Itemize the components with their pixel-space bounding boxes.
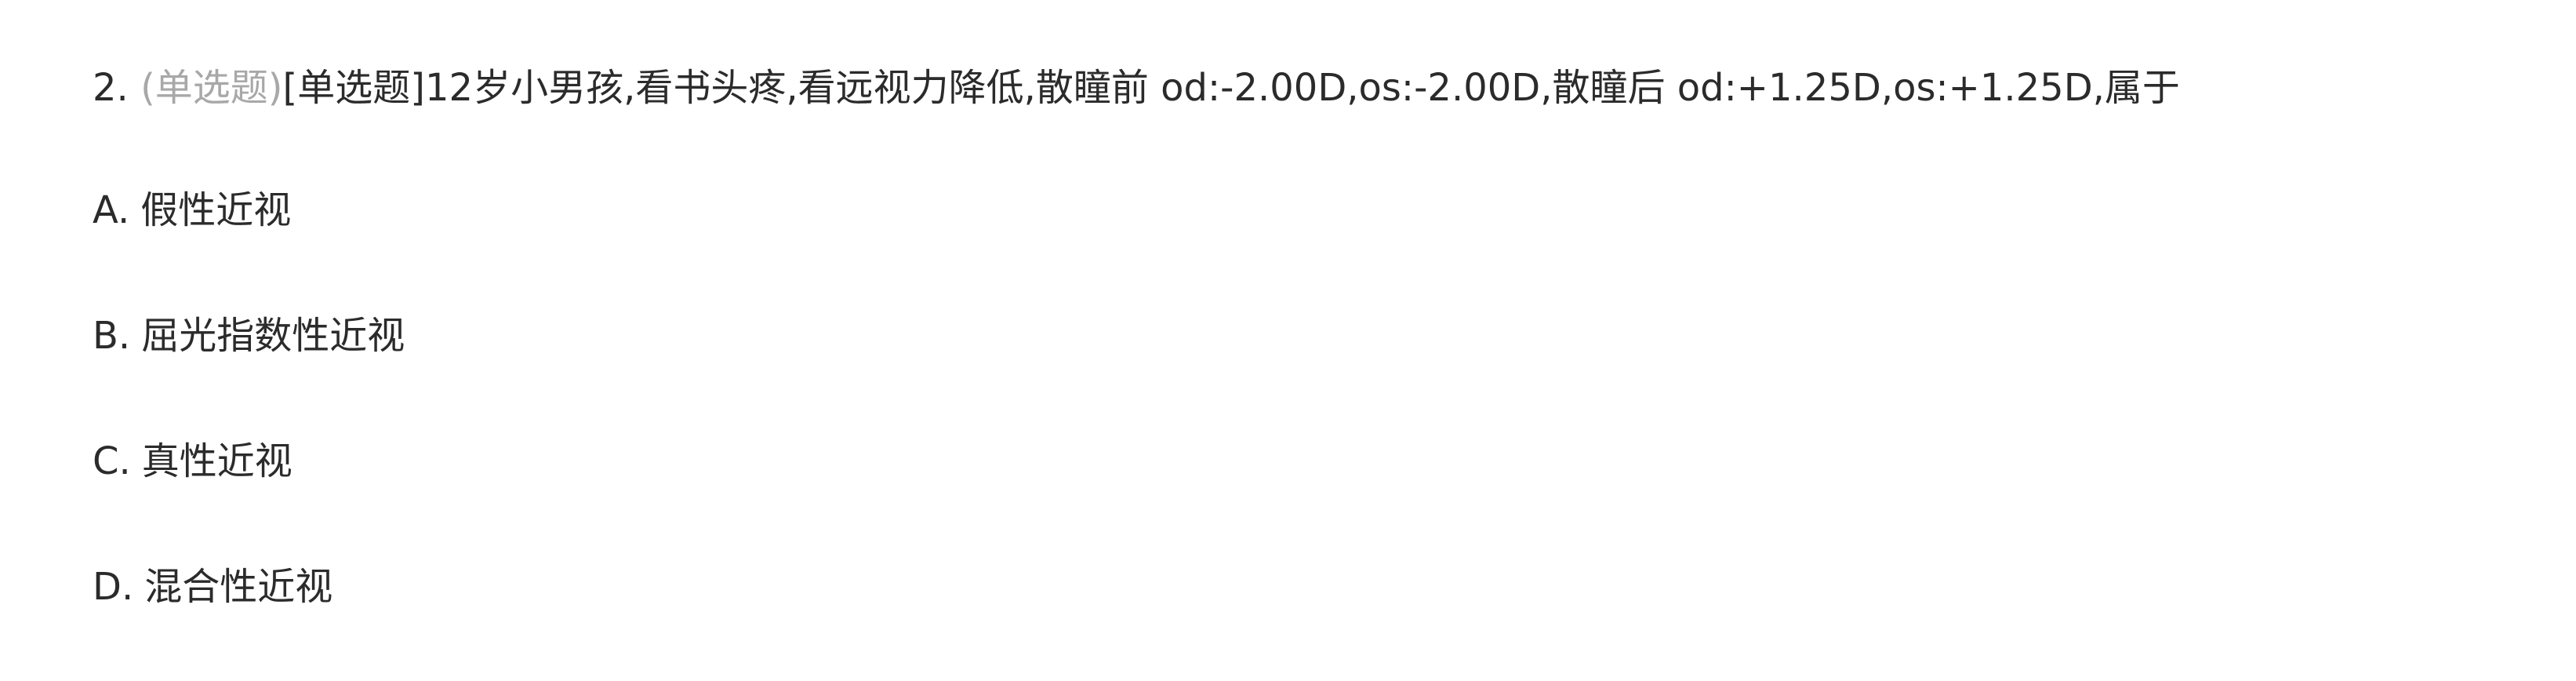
option-text: 真性近视 [141,439,292,483]
options-list: A. 假性近视 B. 屈光指数性近视 C. 真性近视 D. 混合性近视 [93,179,2445,681]
option-text: 混合性近视 [144,565,333,609]
question-number: 2. [93,66,129,110]
question-type-label: (单选题) [140,66,283,110]
option-letter: A. [93,188,130,232]
option-c[interactable]: C. 真性近视 [93,430,2445,493]
option-d[interactable]: D. 混合性近视 [93,555,2445,618]
option-letter: B. [93,314,131,358]
option-text: 屈光指数性近视 [141,314,405,358]
question-type-bracket: [单选题] [282,66,425,110]
option-letter: C. [93,439,131,483]
option-b[interactable]: B. 屈光指数性近视 [93,304,2445,367]
question-text: 12岁小男孩,看书头疼,看远视力降低,散瞳前 od:-2.00D,os:-2.0… [425,66,2180,110]
option-text: 假性近视 [140,188,292,232]
option-a[interactable]: A. 假性近视 [93,179,2445,242]
option-letter: D. [93,565,134,609]
question-stem: 2. (单选题)[单选题]12岁小男孩,看书头疼,看远视力降低,散瞳前 od:-… [93,56,2523,119]
